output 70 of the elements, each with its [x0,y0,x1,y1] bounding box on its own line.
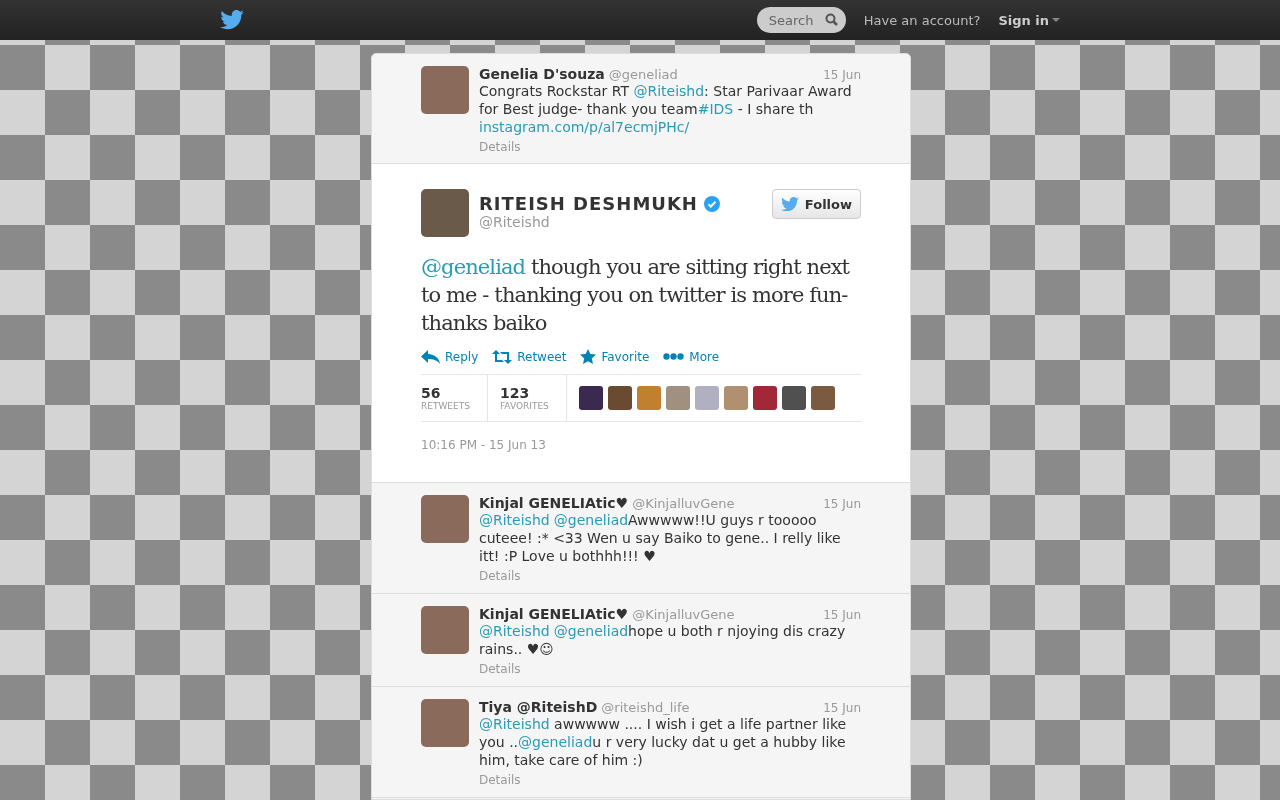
details-link[interactable]: Details [479,569,521,583]
star-icon [580,349,597,364]
reply-arrow-icon [421,349,440,364]
tweet-text: @Riteishd @geneliadAwwwww!!U guys r tooooo cuteee! :* <33 Wen u say Baiko to gene.. I relly like itt! :P Love u bothhh!!! ♥ [479,511,842,565]
tweet-date: 15 Jun [823,68,861,82]
user-name: Kinjal GENELIAtic♥ [479,495,629,511]
dots-icon [663,353,685,360]
avatar-placeholder[interactable] [695,386,719,410]
more-link[interactable]: More [663,349,720,364]
retweet-link[interactable]: Retweet [492,349,567,364]
mention-link[interactable]: #IDS [697,101,734,117]
avatar-placeholder[interactable] [724,386,748,410]
tweet-text: @Riteishd awwwww .... I wish i get a life partner like you ..@geneliadu r very lucky dat u get a hubby like him, take care of him :) [479,715,848,769]
details-link[interactable]: Details [479,662,521,676]
avatar-placeholder[interactable] [811,386,835,410]
stat-label: RETWEETS [421,401,471,411]
user-handle: @geneliad [608,67,678,82]
tweet-text: @geneliad though you are sitting right next to me - thanking you on twitter is more fun- thanks baiko [421,254,851,337]
reply-link[interactable]: Reply [421,349,479,364]
stat-counter[interactable]: 56 RETWEETS [421,375,488,421]
mention-link[interactable]: @geneliad [518,734,593,750]
avatar-placeholder [421,66,469,114]
caret-icon [1052,18,1060,22]
mention-link[interactable]: @geneliad [553,623,629,639]
stat-counter[interactable]: 123 FAVORITES [500,375,567,421]
mention-link[interactable]: @Riteishd [479,716,550,732]
stat-label: FAVORITES [500,401,550,411]
mention-link[interactable]: @Riteishd [633,83,705,99]
bird-logo-icon [220,10,244,30]
user-handle: @KinjalluvGene [632,607,735,622]
search-icon [824,13,838,26]
tweet-date: 15 Jun [823,608,861,622]
avatar-placeholder[interactable] [782,386,806,410]
user-name: Genelia D'souza [479,66,605,82]
mention-link[interactable]: @geneliad [553,512,629,528]
avatar-placeholder[interactable] [608,386,632,410]
mention-link[interactable]: @Riteishd [479,512,550,528]
mention-link[interactable]: @geneliad [421,255,526,279]
avatar-placeholder [421,699,469,747]
mention-link[interactable]: instagram.com/p/al7ecmjPHc/ [479,119,690,135]
avatar-placeholder [421,189,469,237]
user-handle: @riteishd_life [601,700,690,715]
stat-count: 56 [421,385,442,401]
user-name: Kinjal GENELIAtic♥ [479,606,629,622]
follow-button[interactable]: Follow [771,189,861,219]
retweet-icon [492,349,513,364]
tweet-date: 15 Jun [823,497,861,511]
user-handle: @Riteishd [479,214,551,230]
avatar-placeholder[interactable] [637,386,661,410]
avatar-placeholder[interactable] [753,386,777,410]
tweet-timestamp: 10:16 PM - 15 Jun 13 [421,438,547,452]
tweet-date: 15 Jun [823,701,861,715]
user-name: Tiya @RiteishD [479,699,598,715]
tweet-text: @Riteishd @geneliadhope u both r njoying dis crazy rains.. ♥☺ [479,622,847,658]
sign-in-link[interactable]: Sign in [998,12,1060,28]
details-link[interactable]: Details [479,140,521,154]
avatar-placeholder [421,606,469,654]
account-prompt: Have an account? [863,12,981,28]
avatar-placeholder[interactable] [666,386,690,410]
avatar-placeholder [421,495,469,543]
search-field[interactable]: Search [756,7,846,33]
mention-link[interactable]: @Riteishd [479,623,550,639]
user-name: RITEISH DESHMUKH [479,193,698,214]
details-link[interactable]: Details [479,773,521,787]
favorite-link[interactable]: Favorite [580,349,650,364]
stat-count: 123 [500,385,531,401]
tweet-text: Congrats Rockstar RT @Riteishd: Star Parivaar Award for Best judge- thank you team#IDS - I share th instagram.com/p/al7ecmjPHc/ [479,82,853,136]
avatar-placeholder[interactable] [579,386,603,410]
bird-icon [780,196,799,212]
user-handle: @KinjalluvGene [632,496,735,511]
